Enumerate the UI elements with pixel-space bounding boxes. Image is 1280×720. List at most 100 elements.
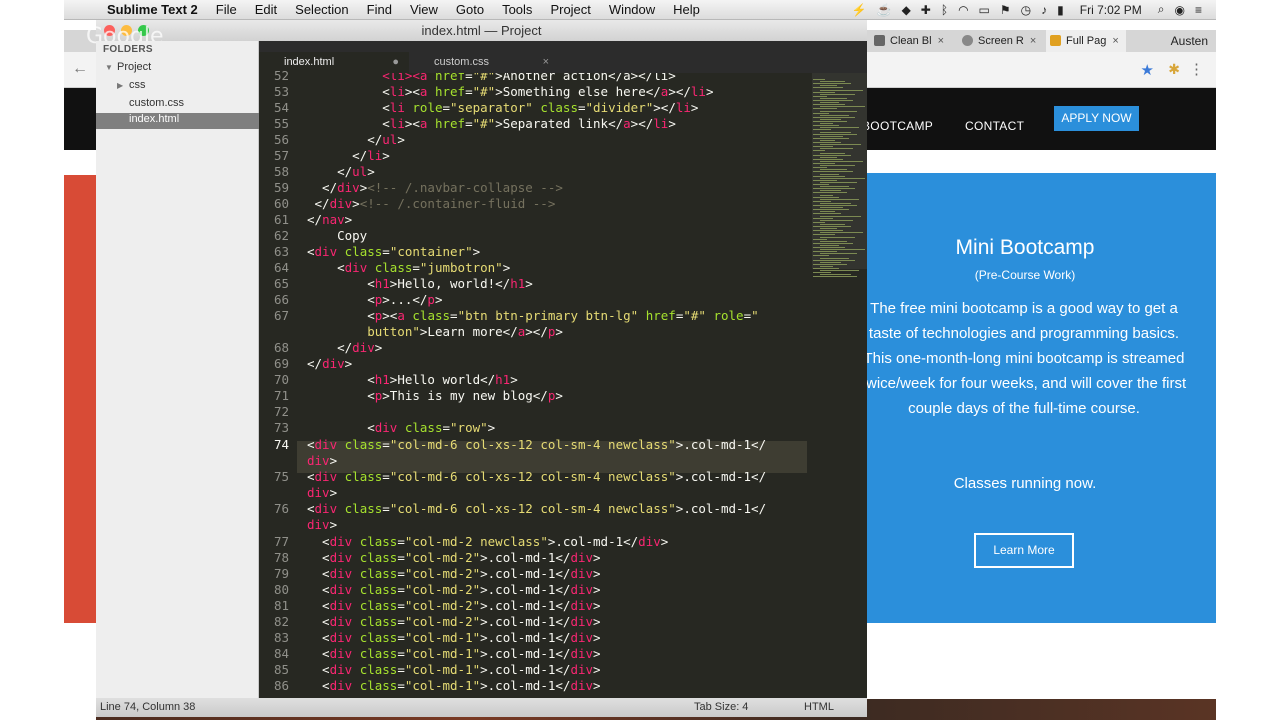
line-number: 77 <box>273 534 289 549</box>
minimap-line <box>820 198 859 200</box>
app-menu[interactable]: Sublime Text 2 <box>98 2 207 17</box>
minimap-line <box>813 179 837 181</box>
wifi-icon[interactable]: ◠ <box>958 3 968 17</box>
minimap-line <box>813 137 849 139</box>
menu-icon[interactable]: ⋮ <box>1189 60 1204 78</box>
menu-project[interactable]: Project <box>541 2 599 17</box>
triangle-down-icon: ▼ <box>105 63 113 72</box>
apply-now-button[interactable]: APPLY NOW <box>1054 106 1139 131</box>
minimap-line <box>820 257 849 259</box>
code-line: </div> <box>307 356 353 371</box>
dropbox-icon[interactable]: ◆ <box>902 3 911 17</box>
minimap-line <box>820 207 843 209</box>
learn-more-button[interactable]: Learn More <box>974 533 1074 568</box>
code-editor[interactable]: <li><a href="#">Another action</a></li> … <box>297 73 807 698</box>
syntax-selector[interactable]: HTML <box>804 698 834 717</box>
menu-window[interactable]: Window <box>600 2 664 17</box>
close-icon[interactable]: × <box>938 35 944 47</box>
back-arrow-icon[interactable]: ← <box>72 60 88 78</box>
minimap-line <box>813 247 845 248</box>
minimap-line <box>820 190 841 192</box>
browser-tab-active[interactable]: Full Pag × <box>1046 30 1126 52</box>
menu-edit[interactable]: Edit <box>246 2 286 17</box>
coffee-icon[interactable]: ☕ <box>877 3 892 17</box>
window-title: index.html — Project <box>421 23 542 38</box>
line-number: 71 <box>273 388 289 403</box>
code-line: </nav> <box>307 212 353 227</box>
line-number: 56 <box>273 132 289 147</box>
tab-custom-css[interactable]: custom.css × <box>409 52 559 73</box>
minimap-line <box>820 240 847 242</box>
status-bar: Line 74, Column 38 Tab Size: 4 HTML <box>96 698 867 717</box>
bluetooth-icon[interactable]: ᛒ <box>941 3 948 17</box>
extension-icon[interactable]: ✱ <box>1168 61 1180 78</box>
code-line: <div class="jumbotron"> <box>307 260 511 275</box>
unsaved-dot-icon[interactable]: ● <box>392 52 399 73</box>
code-line: <div class="col-md-1">.col-md-1</div> <box>307 630 601 645</box>
code-line: <div class="row"> <box>307 420 496 435</box>
line-number: 61 <box>273 212 289 227</box>
window-titlebar: index.html — Project <box>96 20 867 41</box>
minimap-line <box>813 158 843 160</box>
minimap-line <box>813 184 829 185</box>
plus-icon[interactable]: ✚ <box>921 3 931 17</box>
close-icon[interactable]: × <box>1112 35 1118 47</box>
search-icon[interactable]: ⌕ <box>1158 2 1165 17</box>
minimap-line <box>813 276 857 278</box>
menu-find[interactable]: Find <box>358 2 401 17</box>
browser-tab[interactable]: Clean Bl × <box>870 30 958 52</box>
volume-icon[interactable]: ♪ <box>1041 3 1047 17</box>
red-section <box>64 175 96 623</box>
minimap-line <box>820 232 863 234</box>
code-line: <p>...</p> <box>307 292 443 307</box>
minimap-line <box>813 112 829 114</box>
menubar-clock[interactable]: Fri 7:02 PM <box>1074 3 1148 17</box>
minimap-line <box>820 249 865 251</box>
minimap-line <box>813 213 841 215</box>
minimap-line <box>820 173 839 175</box>
minimap-line <box>813 263 847 265</box>
minimap-line <box>820 215 861 217</box>
nav-link-bootcamp[interactable]: BOOTCAMP <box>862 119 933 133</box>
menu-help[interactable]: Help <box>664 2 709 17</box>
nav-link-contact[interactable]: CONTACT <box>965 119 1024 133</box>
minimap-line <box>813 205 857 206</box>
tree-item-project[interactable]: ▼ Project <box>105 61 151 73</box>
line-number: 75 <box>273 469 289 484</box>
menu-file[interactable]: File <box>207 2 246 17</box>
minimap-line <box>820 139 835 141</box>
minimap-line <box>813 87 843 89</box>
code-line: <div class="col-md-2">.col-md-1</div> <box>307 582 601 597</box>
menu-tools[interactable]: Tools <box>493 2 541 17</box>
menu-view[interactable]: View <box>401 2 447 17</box>
code-line: <li role="separator" class="divider"></l… <box>307 100 699 115</box>
tree-item-css[interactable]: ▶ css <box>117 79 146 91</box>
airplay-icon[interactable]: ▭ <box>979 3 990 17</box>
flag-icon[interactable]: ⚑ <box>1000 3 1011 17</box>
time-machine-icon[interactable]: ◷ <box>1021 3 1031 17</box>
list-icon[interactable]: ≡ <box>1195 3 1202 17</box>
minimap-line <box>820 97 847 99</box>
code-minimap[interactable] <box>807 73 867 698</box>
line-number: 86 <box>273 678 289 693</box>
tab-size-selector[interactable]: Tab Size: 4 <box>694 698 748 717</box>
code-line: </ul> <box>307 132 405 147</box>
page-icon <box>874 35 885 46</box>
menu-selection[interactable]: Selection <box>286 2 357 17</box>
minimap-line <box>820 211 835 213</box>
menu-goto[interactable]: Goto <box>447 2 493 17</box>
line-number: 58 <box>273 164 289 179</box>
star-icon[interactable]: ★ <box>1141 61 1154 79</box>
code-line: <p>This is my new blog</p> <box>307 388 563 403</box>
user-icon[interactable]: ◉ <box>1175 3 1185 17</box>
flash-icon[interactable]: ⚡ <box>852 3 867 17</box>
close-tab-icon[interactable]: × <box>543 52 549 73</box>
line-number: 54 <box>273 100 289 115</box>
minimap-line <box>813 116 855 118</box>
browser-tab[interactable]: Screen R × <box>958 30 1046 52</box>
tree-item-index-html[interactable]: index.html <box>96 113 259 129</box>
close-icon[interactable]: × <box>1030 35 1036 47</box>
battery-icon[interactable]: ▮ <box>1057 3 1064 17</box>
tree-item-custom-css[interactable]: custom.css <box>129 97 184 109</box>
profile-name[interactable]: Austen <box>1171 30 1208 52</box>
